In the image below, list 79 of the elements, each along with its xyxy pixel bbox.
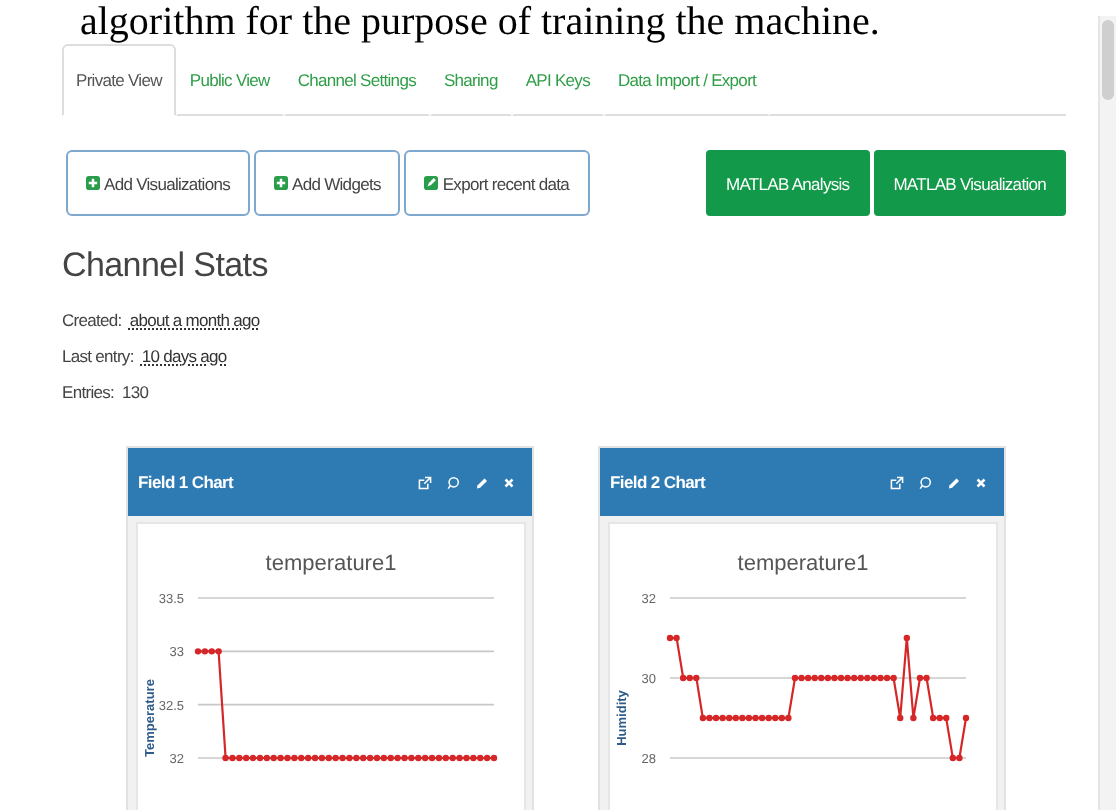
tab[interactable]: Public View xyxy=(175,44,284,116)
point xyxy=(798,674,805,682)
point xyxy=(758,714,766,722)
point xyxy=(837,674,845,682)
point xyxy=(811,674,818,682)
point xyxy=(916,674,924,682)
point xyxy=(850,674,858,682)
close-icon[interactable] xyxy=(974,475,988,489)
point xyxy=(706,714,713,722)
tab[interactable]: Channel Settings xyxy=(283,44,430,116)
point xyxy=(890,674,897,682)
point xyxy=(719,714,726,722)
matlab-button[interactable]: MATLAB Visualization xyxy=(873,150,1066,216)
point xyxy=(804,674,812,682)
point xyxy=(929,714,937,722)
toolbar-button[interactable]: Add Visualizations xyxy=(66,150,251,216)
external-link-icon[interactable] xyxy=(418,475,432,489)
stat-value: 130 xyxy=(122,380,149,406)
stat-label: Created: xyxy=(62,308,122,334)
point xyxy=(903,634,910,642)
point xyxy=(745,714,753,722)
close-icon[interactable] xyxy=(502,475,516,489)
point xyxy=(752,714,759,722)
point xyxy=(712,714,720,722)
plus-icon xyxy=(274,176,289,190)
point xyxy=(666,634,674,642)
point xyxy=(686,674,693,682)
pencil-icon[interactable] xyxy=(474,475,488,489)
stat-label: Entries: xyxy=(62,380,115,406)
stat-label: Last entry: xyxy=(62,344,134,370)
point xyxy=(870,674,878,682)
scrollbar[interactable] xyxy=(1098,16,1116,810)
point xyxy=(956,754,963,762)
point xyxy=(910,714,917,722)
point xyxy=(765,714,772,722)
section-heading: Channel Stats xyxy=(62,246,270,286)
point xyxy=(831,674,838,682)
chart-title: temperature1 xyxy=(263,552,399,580)
point xyxy=(844,674,851,682)
point xyxy=(877,674,884,682)
point xyxy=(732,714,739,722)
point xyxy=(857,674,864,682)
point xyxy=(824,674,832,682)
stat-link[interactable]: 10 days ago xyxy=(141,338,227,374)
card-title: Field 2 Chart xyxy=(610,472,706,492)
point xyxy=(864,674,871,682)
point xyxy=(818,674,825,682)
point xyxy=(679,674,687,682)
point xyxy=(962,714,970,722)
stat-link[interactable]: about a month ago xyxy=(129,302,260,338)
external-link-icon[interactable] xyxy=(890,475,904,489)
point xyxy=(883,674,891,682)
tab[interactable]: Sharing xyxy=(429,44,512,116)
point xyxy=(699,714,707,722)
point xyxy=(923,674,930,682)
point xyxy=(739,714,746,722)
point xyxy=(949,754,957,762)
tab[interactable]: Private View xyxy=(62,44,176,116)
point xyxy=(673,634,680,642)
point xyxy=(943,714,950,722)
chart-title: temperature1 xyxy=(735,552,871,580)
point xyxy=(693,674,700,682)
document-text: algorithm for the purpose of training the machine. xyxy=(78,0,882,44)
point xyxy=(778,714,786,722)
pencil-icon[interactable] xyxy=(946,475,960,489)
point xyxy=(726,714,733,722)
pencil-icon xyxy=(424,176,439,190)
point xyxy=(772,714,779,722)
toolbar-button[interactable]: Export recent data xyxy=(404,150,590,216)
tab[interactable]: API Keys xyxy=(511,44,604,116)
point xyxy=(897,714,904,722)
point xyxy=(936,714,943,722)
toolbar-button[interactable]: Add Widgets xyxy=(254,150,401,216)
plus-icon xyxy=(86,176,100,190)
tab[interactable]: Data Import / Export xyxy=(604,44,771,116)
point xyxy=(785,714,792,722)
point xyxy=(791,674,799,682)
card-title: Field 1 Chart xyxy=(138,472,234,492)
matlab-button[interactable]: MATLAB Analysis xyxy=(706,150,870,216)
